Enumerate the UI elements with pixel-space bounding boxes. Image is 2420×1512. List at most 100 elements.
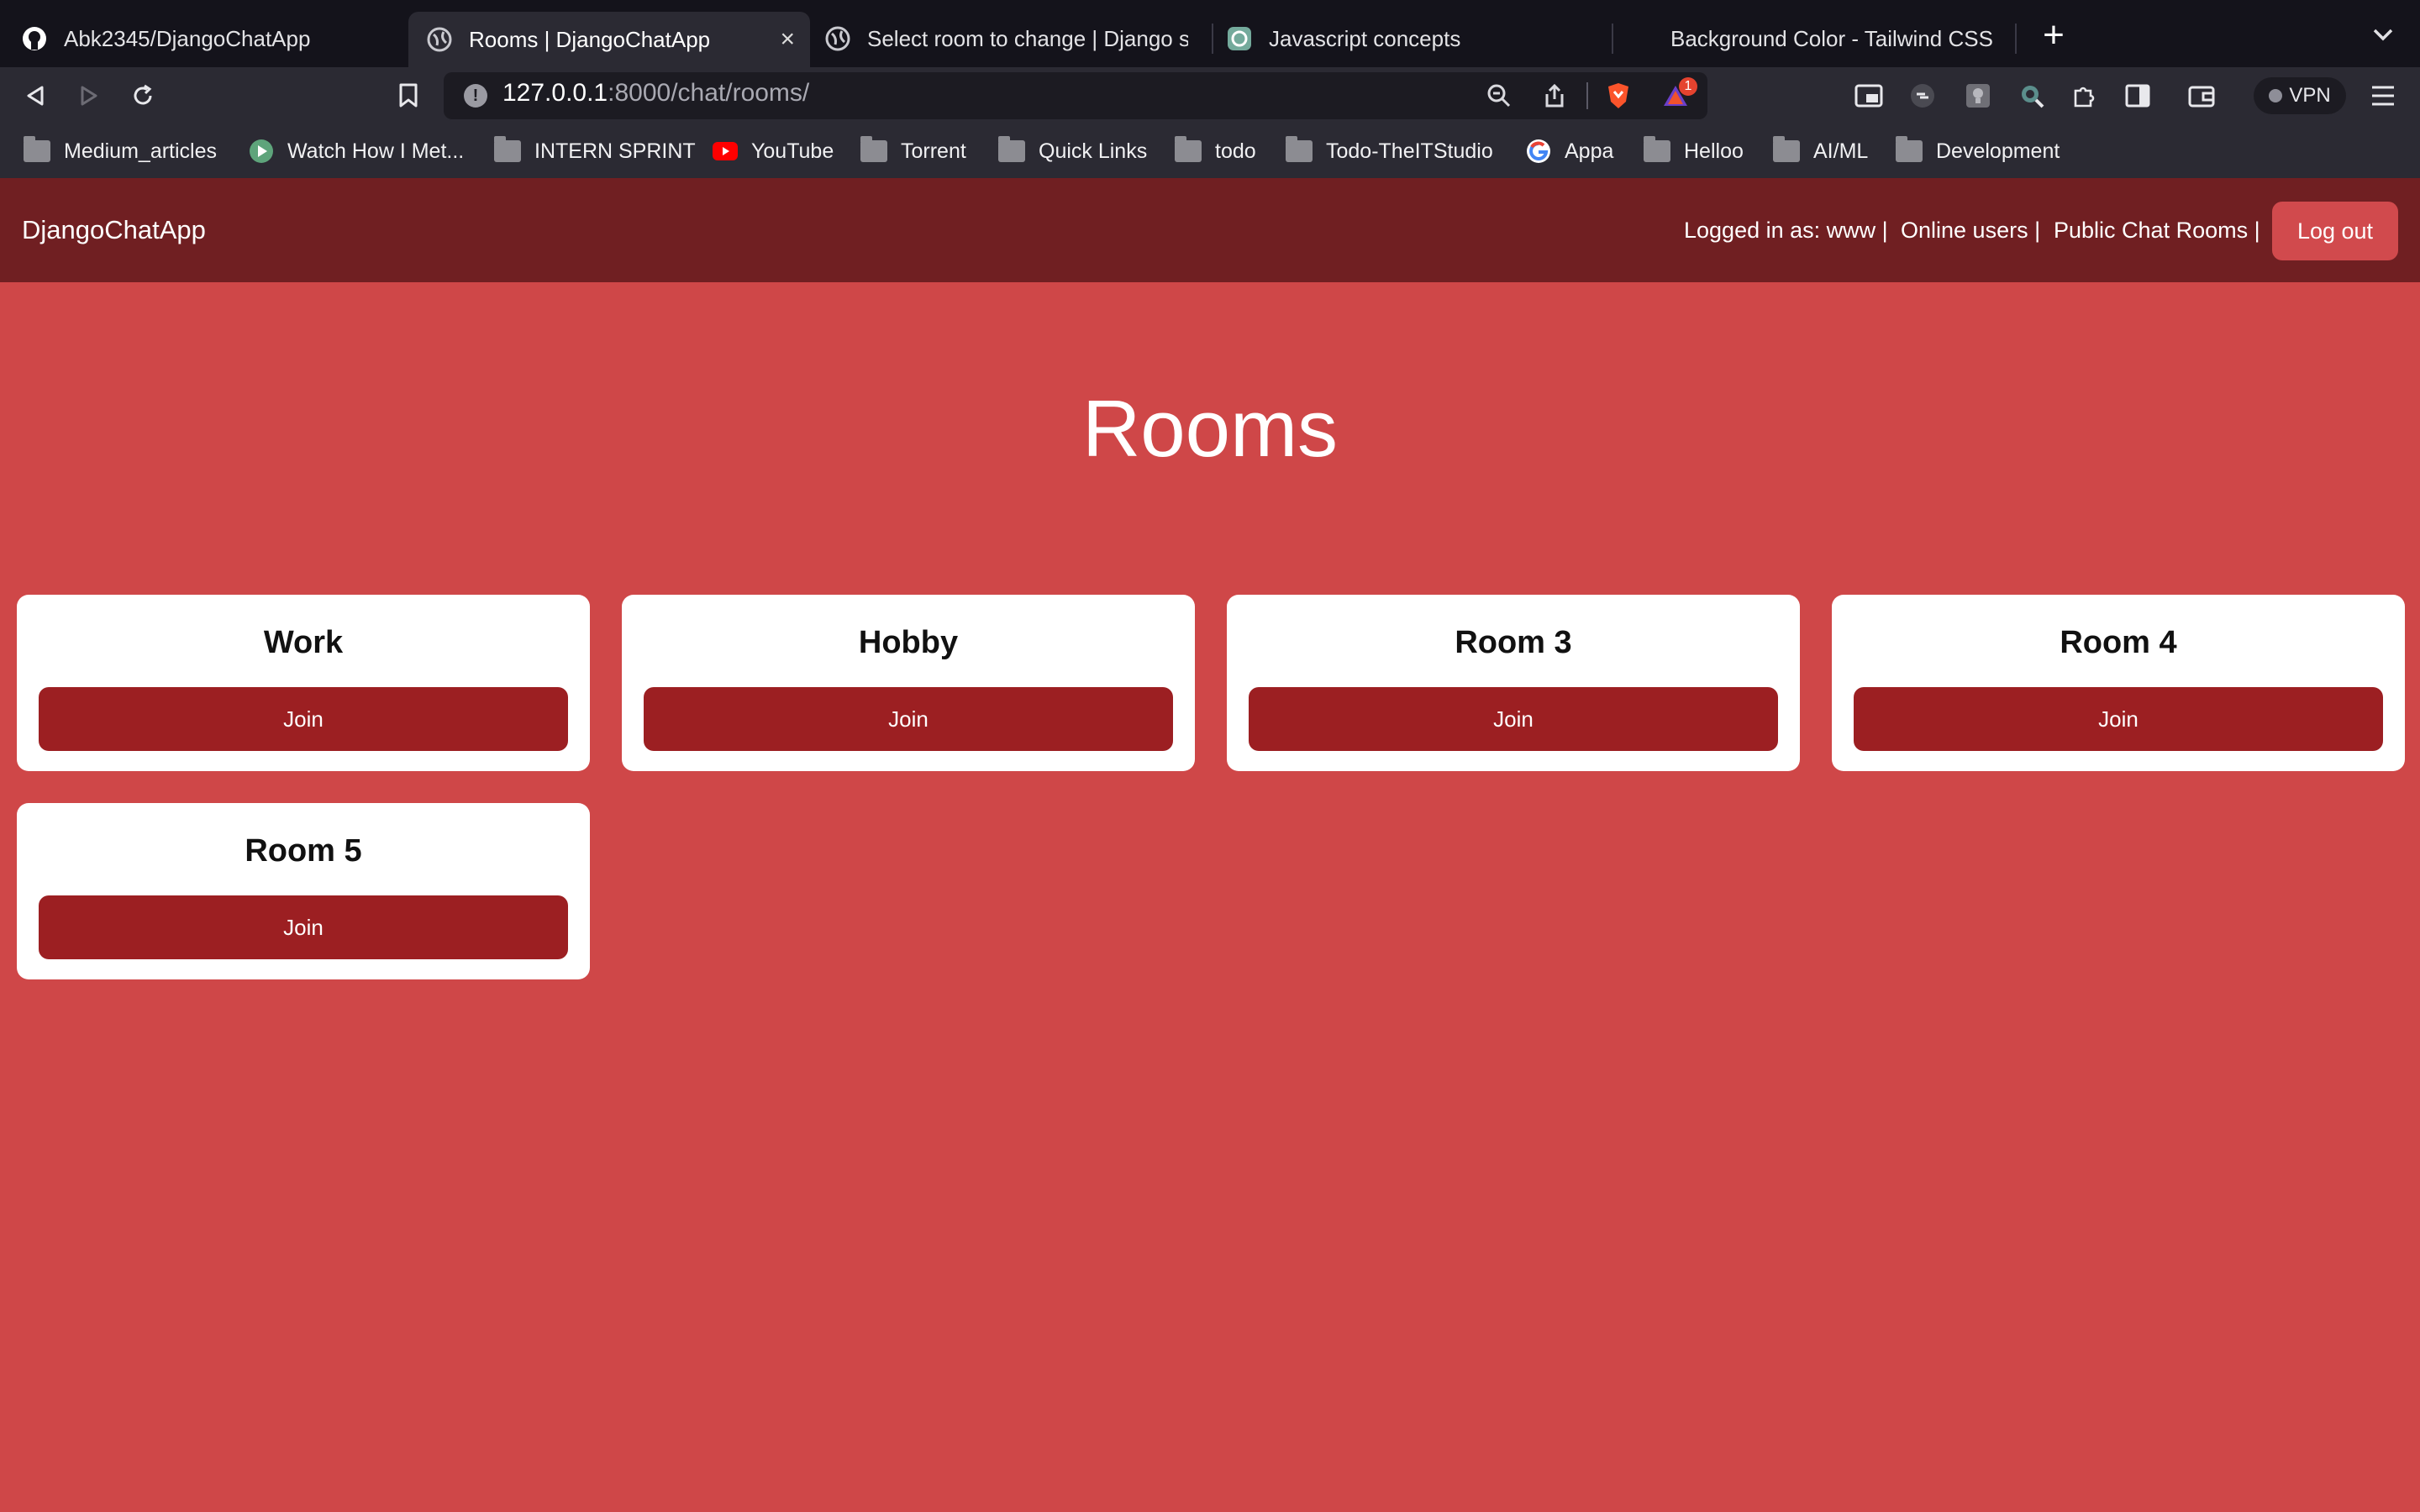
close-tab-icon[interactable]: × — [780, 25, 795, 54]
bookmark-label: Todo-TheITStudio — [1326, 139, 1493, 163]
room-name: Work — [263, 625, 344, 660]
tab-rooms[interactable]: Rooms | DjangoChatApp × — [408, 12, 810, 67]
sidebar-toggle-icon[interactable] — [2123, 81, 2153, 111]
back-button[interactable] — [20, 81, 50, 111]
tab-github[interactable]: Abk2345/DjangoChatApp — [3, 13, 407, 64]
bookmark-medium-articles[interactable]: Medium_articles — [24, 134, 217, 168]
share-icon[interactable] — [1539, 81, 1570, 111]
wallet-icon[interactable] — [2186, 81, 2217, 111]
bookmark-label: AI/ML — [1813, 139, 1869, 163]
tab-javascript-concepts[interactable]: Javascript concepts — [1208, 13, 1608, 64]
folder-icon — [1286, 136, 1313, 162]
menu-hamburger-icon[interactable] — [2368, 81, 2398, 111]
bookmark-label: todo — [1215, 139, 1256, 163]
tailwind-icon — [1628, 26, 1654, 51]
folder-icon — [24, 136, 50, 162]
online-users-link[interactable]: Online users | — [1901, 218, 2040, 244]
tab-tailwind[interactable]: Background Color - Tailwind CSS — [1610, 13, 2013, 64]
bookmark-label: Torrent — [901, 139, 966, 163]
bookmark-label: YouTube — [751, 139, 834, 163]
bookmark-ai-ml[interactable]: AI/ML — [1773, 134, 1868, 168]
chatgpt-icon — [1227, 26, 1252, 51]
bookmark-watch-how-i-met[interactable]: Watch How I Met... — [249, 134, 464, 168]
tab-separator — [2015, 24, 2017, 54]
vpn-label: VPN — [2289, 84, 2331, 107]
room-card: Room 4 Join — [1832, 595, 2405, 771]
room-name: Room 3 — [1455, 625, 1572, 660]
zoom-out-icon[interactable] — [1484, 81, 1514, 111]
bookmark-label: Watch How I Met... — [287, 139, 465, 163]
brand-link[interactable]: DjangoChatApp — [22, 215, 206, 245]
forward-button[interactable] — [74, 81, 104, 111]
site-info-icon[interactable]: ! — [464, 84, 487, 108]
bookmark-youtube[interactable]: YouTube — [713, 134, 834, 168]
folder-icon — [494, 136, 521, 162]
join-button[interactable]: Join — [644, 687, 1173, 751]
tab-label: Abk2345/DjangoChatApp — [64, 25, 311, 51]
extensions-puzzle-icon[interactable] — [2069, 81, 2099, 111]
room-card: Room 3 Join — [1227, 595, 1800, 771]
bookmark-icon[interactable] — [393, 81, 424, 111]
join-button[interactable]: Join — [39, 895, 568, 959]
reload-button[interactable] — [128, 81, 158, 111]
vpn-status-dot — [2269, 89, 2283, 102]
room-name: Hobby — [858, 625, 959, 660]
folder-icon — [860, 136, 887, 162]
room-card: Room 5 Join — [17, 803, 590, 979]
brave-shields-icon[interactable] — [1603, 81, 1634, 111]
page-title: Rooms — [1081, 384, 1339, 474]
bookmark-label: Quick Links — [1039, 139, 1148, 163]
url-text[interactable]: 127.0.0.1:8000/chat/rooms/ — [502, 79, 809, 108]
vpn-button[interactable]: VPN — [2254, 77, 2346, 114]
public-chat-rooms-link[interactable]: Public Chat Rooms | — [2054, 218, 2260, 244]
folder-icon — [998, 136, 1025, 162]
tab-label: Background Color - Tailwind CSS — [1670, 25, 1993, 51]
bookmark-helloo[interactable]: Helloo — [1644, 134, 1744, 168]
bookmark-torrent[interactable]: Torrent — [860, 134, 966, 168]
bookmark-todo[interactable]: todo — [1175, 134, 1256, 168]
url-host: 127.0.0.1 — [502, 79, 608, 107]
play-icon — [249, 139, 274, 164]
tab-label: Rooms | DjangoChatApp — [469, 26, 711, 52]
logout-button[interactable]: Log out — [2272, 202, 2398, 260]
bookmark-intern-sprint[interactable]: INTERN SPRINT — [494, 134, 696, 168]
room-card: Hobby Join — [622, 595, 1195, 771]
browser-tab-bar: Abk2345/DjangoChatApp Rooms | DjangoChat… — [0, 0, 2420, 67]
extension-search-icon[interactable] — [2017, 81, 2047, 111]
globe-icon — [427, 27, 452, 52]
tab-label: Select room to change | Django site — [867, 25, 1188, 51]
extension-lightbulb-icon[interactable] — [1963, 81, 1993, 111]
room-name: Room 4 — [2060, 625, 2177, 660]
new-tab-button[interactable]: + — [2037, 17, 2070, 54]
bookmark-label: Helloo — [1684, 139, 1744, 163]
bookmark-quick-links[interactable]: Quick Links — [998, 134, 1147, 168]
room-name: Room 5 — [245, 833, 362, 869]
picture-in-picture-icon[interactable] — [1854, 81, 1884, 111]
rewards-badge: 1 — [1679, 77, 1697, 96]
bookmark-development[interactable]: Development — [1896, 134, 2060, 168]
join-button[interactable]: Join — [1249, 687, 1778, 751]
join-button[interactable]: Join — [39, 687, 568, 751]
join-button[interactable]: Join — [1854, 687, 2383, 751]
folder-icon — [1896, 136, 1923, 162]
bookmark-label: Development — [1936, 139, 2060, 163]
tab-label: Javascript concepts — [1269, 25, 1461, 51]
globe-icon — [825, 26, 850, 51]
extension-link-icon[interactable] — [1907, 81, 1938, 111]
url-path: :8000/chat/rooms/ — [608, 79, 810, 107]
bookmark-label: Appa — [1565, 139, 1614, 163]
folder-icon — [1644, 136, 1670, 162]
github-icon — [22, 26, 47, 51]
youtube-icon — [713, 139, 738, 164]
folder-icon — [1773, 136, 1800, 162]
bookmark-label: INTERN SPRINT — [534, 139, 696, 163]
toolbar-separator — [1586, 82, 1588, 109]
logged-in-label: Logged in as: www | — [1684, 218, 1888, 243]
folder-icon — [1175, 136, 1202, 162]
room-card: Work Join — [17, 595, 590, 771]
bookmark-label: Medium_articles — [64, 139, 218, 163]
tab-django-admin[interactable]: Select room to change | Django site — [807, 13, 1207, 64]
bookmark-todo-theitstudio[interactable]: Todo-TheITStudio — [1286, 134, 1493, 168]
bookmark-appa[interactable]: Appa — [1526, 134, 1613, 168]
tab-list-chevron-icon[interactable] — [2371, 22, 2395, 49]
